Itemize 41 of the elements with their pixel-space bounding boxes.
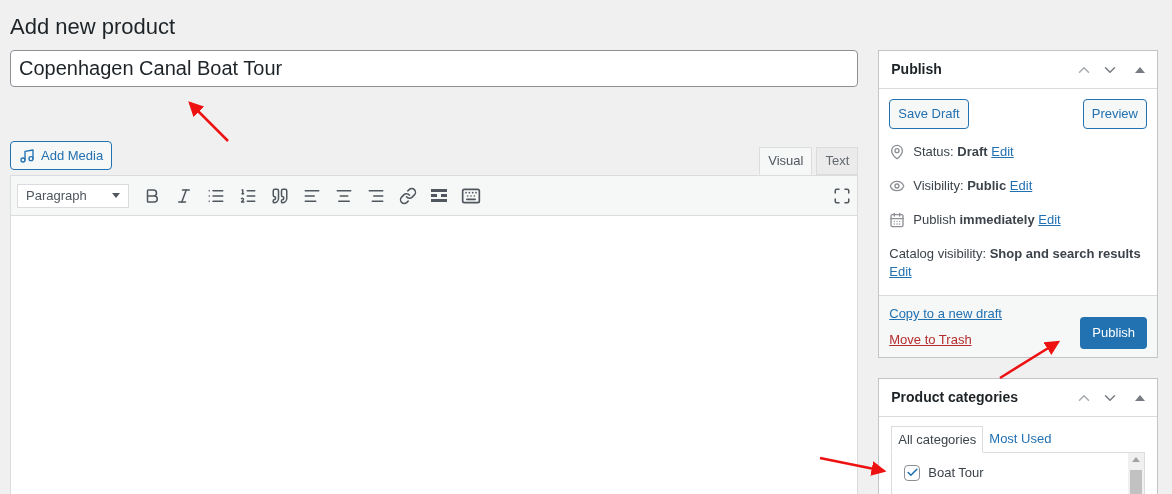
annotation-arrow: [999, 340, 1061, 380]
category-checkbox[interactable]: [904, 464, 921, 481]
format-dropdown[interactable]: Paragraph: [17, 183, 129, 208]
media-icon: [19, 147, 35, 164]
edit-link[interactable]: Edit: [991, 144, 1014, 159]
panel-title: Publish: [891, 60, 942, 79]
edit-link[interactable]: Edit: [889, 264, 912, 279]
publish-setting: Visibility: Public: [913, 178, 1007, 193]
preview-button[interactable]: Preview: [1082, 99, 1147, 129]
add-media-button[interactable]: Add Media: [10, 141, 113, 170]
publish-button[interactable]: Publish: [1080, 317, 1147, 349]
panel-title: Product categories: [891, 388, 1019, 407]
link-icon[interactable]: [399, 186, 417, 205]
calendar-icon: [889, 212, 906, 228]
fullscreen-icon[interactable]: [833, 186, 852, 205]
eye-icon: [889, 178, 906, 194]
publish-setting: Publish immediately: [913, 212, 1035, 227]
save-draft-button[interactable]: Save Draft: [889, 99, 969, 129]
dropdown-caret-icon: [112, 193, 120, 198]
annotation-arrow: [819, 456, 887, 476]
edit-link[interactable]: Edit: [1038, 212, 1061, 227]
category-tab[interactable]: All categories: [891, 426, 984, 453]
category-label: Boat Tour: [928, 464, 984, 482]
trash-link[interactable]: Move to Trash: [889, 329, 1002, 349]
collapse-icon[interactable]: [1135, 394, 1145, 401]
italic-icon[interactable]: [175, 186, 193, 205]
collapse-icon[interactable]: [1135, 66, 1145, 73]
publish-setting: Catalog visibility: Shop and search results: [889, 246, 1141, 261]
publish-setting: Status: Draft: [913, 144, 988, 159]
editor-tab[interactable]: Visual: [759, 147, 813, 175]
category-tab[interactable]: Most Used: [983, 425, 1058, 452]
numbered-list-icon[interactable]: [239, 186, 257, 205]
pin-icon: [889, 144, 906, 160]
quote-icon[interactable]: [271, 186, 289, 205]
edit-link[interactable]: Edit: [1009, 178, 1033, 193]
title-field[interactable]: Copenhagen Canal Boat Tour: [10, 50, 859, 87]
editor-tab[interactable]: Text: [816, 147, 859, 175]
annotation-arrow: [188, 101, 229, 142]
read-more-icon[interactable]: [431, 188, 447, 203]
page-title: Add new product: [10, 13, 177, 41]
copy-draft-link[interactable]: Copy to a new draft: [889, 304, 1002, 324]
